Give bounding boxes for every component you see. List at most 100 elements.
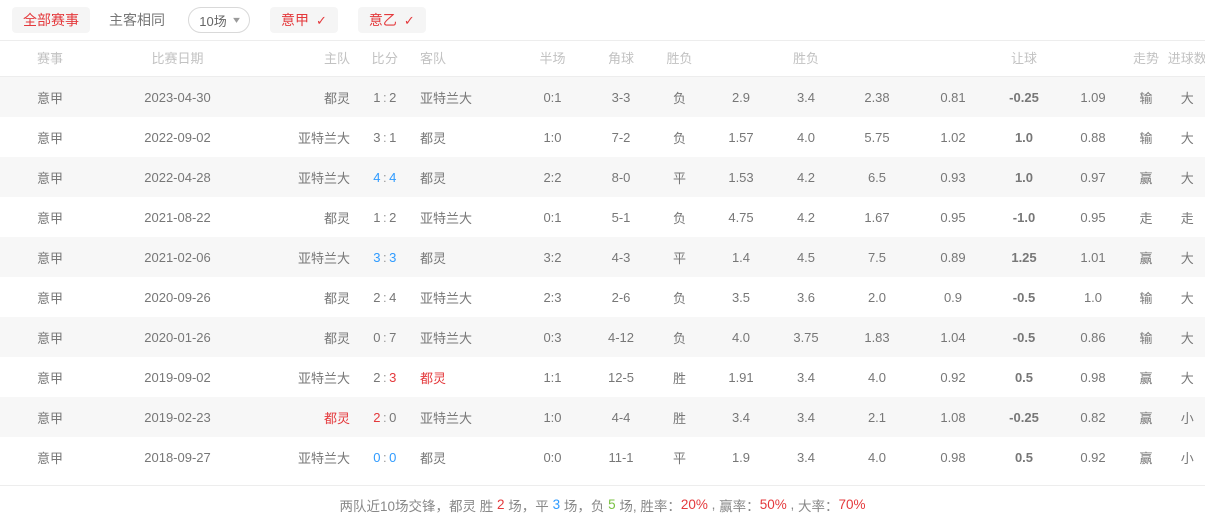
home-team[interactable]: 都灵 (276, 288, 362, 307)
cell-handicap-2: 1.0 (989, 157, 1059, 197)
table-row[interactable]: 意甲 2022-04-28 亚特兰大 4:4 都灵 2:2 8-0 平 1.53 4.2 6.5 0.… (0, 157, 1205, 197)
cell-result: 负 (652, 317, 707, 357)
th-result[interactable]: 胜负 (652, 41, 707, 77)
home-team[interactable]: 都灵 (276, 328, 362, 347)
cell-date: 2022-04-28 (100, 157, 255, 197)
table-row[interactable]: 意甲 2021-08-22 都灵 1:2 亚特兰大 0:1 5-1 负 4.75 4.2 1.67 0… (0, 197, 1205, 237)
score-home: 2 (373, 289, 381, 305)
table-row[interactable]: 意甲 2019-02-23 都灵 2:0 亚特兰大 1:0 4-4 胜 3.4 3.4 2.1 1.0… (0, 397, 1205, 437)
filter-all-matches[interactable]: 全部赛事 (12, 7, 90, 33)
cell-odds-1: 1.9 (707, 437, 775, 477)
away-team[interactable]: 都灵 (408, 368, 494, 387)
cell-odds-3: 2.0 (837, 277, 917, 317)
match-history-table-wrap: 赛事 比赛日期 主队 比分 客队 半场 角球 胜负 胜负 让球 走势 进球数 意… (0, 40, 1205, 477)
summary-team: 都灵 (449, 498, 476, 514)
league-tag-serieb[interactable]: 意乙 ✓ (357, 7, 426, 33)
th-league[interactable]: 赛事 (0, 41, 100, 77)
home-team[interactable]: 亚特兰大 (276, 448, 362, 467)
summary-winrate-label: 胜率： (640, 498, 681, 514)
away-team[interactable]: 亚特兰大 (408, 208, 494, 227)
th-match: 主队 比分 客队 (255, 41, 515, 77)
cell-handicap-3: 0.95 (1059, 197, 1127, 237)
score-away: 3 (389, 369, 397, 385)
summary-sep-1: , (707, 497, 720, 512)
away-team[interactable]: 亚特兰大 (408, 288, 494, 307)
home-team[interactable]: 都灵 (276, 408, 362, 427)
cell-odds-2: 3.4 (775, 437, 837, 477)
cell-league: 意甲 (0, 237, 100, 277)
cell-match: 亚特兰大 3:1 都灵 (255, 117, 515, 157)
summary-bigrate-value: 70% (838, 497, 866, 512)
away-team[interactable]: 都灵 (408, 168, 494, 187)
th-score: 比分 (371, 51, 399, 66)
score: 0:7 (362, 330, 408, 345)
cell-league: 意甲 (0, 317, 100, 357)
score-home: 3 (373, 129, 381, 145)
home-team[interactable]: 亚特兰大 (276, 128, 362, 147)
cell-match: 亚特兰大 2:3 都灵 (255, 357, 515, 397)
th-odds-1 (707, 41, 775, 77)
cell-handicap-2: -0.5 (989, 277, 1059, 317)
cell-halftime: 0:1 (515, 76, 590, 117)
table-row[interactable]: 意甲 2021-02-06 亚特兰大 3:3 都灵 3:2 4-3 平 1.4 4.5 7.5 0.8… (0, 237, 1205, 277)
table-row[interactable]: 意甲 2018-09-27 亚特兰大 0:0 都灵 0:0 11-1 平 1.9 3.4 4.0 0.… (0, 437, 1205, 477)
cell-handicap-2: -1.0 (989, 197, 1059, 237)
cell-result: 平 (652, 157, 707, 197)
th-date[interactable]: 比赛日期 (100, 41, 255, 77)
cell-handicap-1: 1.02 (917, 117, 989, 157)
match-group: 都灵 0:7 亚特兰大 (255, 328, 515, 347)
table-row[interactable]: 意甲 2020-09-26 都灵 2:4 亚特兰大 2:3 2-6 负 3.5 3.6 2.0 0.9… (0, 277, 1205, 317)
score: 3:3 (362, 250, 408, 265)
away-team[interactable]: 都灵 (408, 248, 494, 267)
table-row[interactable]: 意甲 2022-09-02 亚特兰大 3:1 都灵 1:0 7-2 负 1.57 4.0 5.75 1… (0, 117, 1205, 157)
cell-league: 意甲 (0, 397, 100, 437)
th-trend[interactable]: 走势 (1127, 41, 1165, 77)
cell-date: 2020-09-26 (100, 277, 255, 317)
th-corner[interactable]: 角球 (590, 41, 652, 77)
cell-league: 意甲 (0, 76, 100, 117)
away-team[interactable]: 都灵 (408, 128, 494, 147)
cell-date: 2023-04-30 (100, 76, 255, 117)
home-team[interactable]: 亚特兰大 (276, 248, 362, 267)
league-tag-seriea[interactable]: 意甲 ✓ (270, 7, 338, 33)
cell-result: 平 (652, 437, 707, 477)
home-team[interactable]: 都灵 (276, 88, 362, 107)
match-group: 亚特兰大 0:0 都灵 (255, 448, 515, 467)
score-separator: : (382, 129, 388, 145)
away-team[interactable]: 亚特兰大 (408, 328, 494, 347)
home-team[interactable]: 都灵 (276, 208, 362, 227)
table-row[interactable]: 意甲 2019-09-02 亚特兰大 2:3 都灵 1:1 12-5 胜 1.91 3.4 4.0 0… (0, 357, 1205, 397)
table-row[interactable]: 意甲 2023-04-30 都灵 1:2 亚特兰大 0:1 3-3 负 2.9 3.4 2.38 0.… (0, 76, 1205, 117)
score-home: 1 (373, 89, 381, 105)
away-team[interactable]: 亚特兰大 (408, 408, 494, 427)
cell-halftime: 1:0 (515, 117, 590, 157)
home-team[interactable]: 亚特兰大 (276, 368, 362, 387)
cell-handicap-3: 1.09 (1059, 76, 1127, 117)
th-odds-group[interactable]: 胜负 (775, 41, 837, 77)
away-team[interactable]: 亚特兰大 (408, 88, 494, 107)
cell-league: 意甲 (0, 357, 100, 397)
cell-odds-2: 4.0 (775, 117, 837, 157)
cell-odds-1: 1.4 (707, 237, 775, 277)
th-odds-3 (837, 41, 917, 77)
score: 4:4 (362, 170, 408, 185)
th-handicap-group[interactable]: 让球 (989, 41, 1059, 77)
th-goals[interactable]: 进球数 (1165, 41, 1205, 77)
match-count-select[interactable]: 10场 ▾ (188, 7, 250, 33)
summary-footer: 两队近10场交锋， 都灵 胜 2 场， 平 3 场， 负 5 场, 胜率： 20… (0, 485, 1205, 523)
cell-halftime: 1:0 (515, 397, 590, 437)
cell-handicap-1: 1.08 (917, 397, 989, 437)
score-away: 0 (389, 409, 397, 425)
score-home: 2 (373, 409, 381, 425)
filter-home-away-same[interactable]: 主客相同 (98, 7, 176, 33)
score: 2:0 (362, 410, 408, 425)
table-row[interactable]: 意甲 2020-01-26 都灵 0:7 亚特兰大 0:3 4-12 负 4.0 3.75 1.83… (0, 317, 1205, 357)
cell-goals: 大 (1165, 157, 1205, 197)
away-team[interactable]: 都灵 (408, 448, 494, 467)
cell-odds-1: 1.91 (707, 357, 775, 397)
summary-win-label: 胜 (476, 498, 498, 514)
cell-odds-1: 4.0 (707, 317, 775, 357)
th-half[interactable]: 半场 (515, 41, 590, 77)
home-team[interactable]: 亚特兰大 (276, 168, 362, 187)
cell-handicap-2: 0.5 (989, 357, 1059, 397)
